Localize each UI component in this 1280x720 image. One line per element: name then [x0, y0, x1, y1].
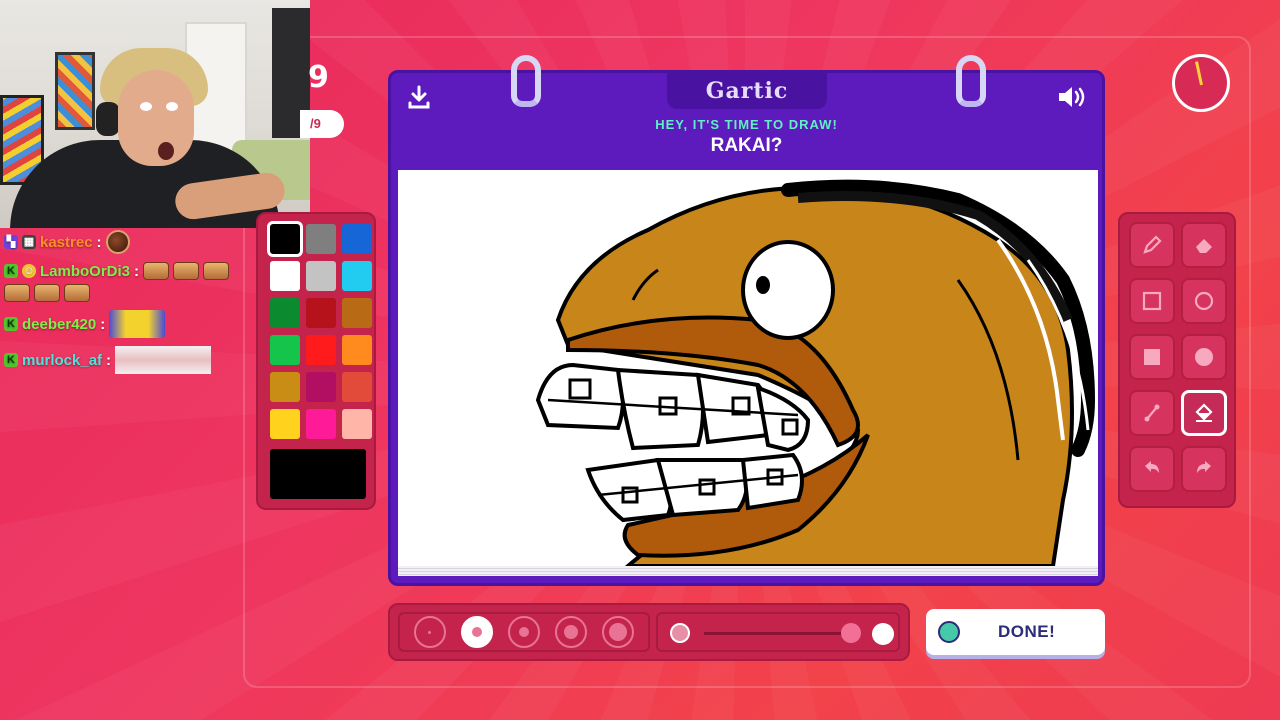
tool-panel — [1118, 212, 1236, 508]
download-icon[interactable] — [405, 83, 433, 111]
chat-username: LamboOrDi3 — [40, 262, 131, 280]
opacity-knob[interactable] — [841, 623, 861, 643]
kick-badge-icon: K — [4, 264, 18, 278]
emote-icon — [109, 310, 166, 338]
color-swatch[interactable] — [270, 409, 300, 439]
prompt-word: RAKAI? — [710, 135, 783, 156]
round-counter: 9 — [308, 60, 329, 95]
chat-username: kastrec — [40, 233, 93, 251]
color-swatch[interactable] — [342, 298, 372, 328]
kick-badge-icon: K — [4, 317, 18, 331]
color-swatch[interactable] — [342, 224, 372, 254]
twitch-badge-icon: ▚ — [4, 235, 18, 249]
brush-size-selector — [398, 612, 650, 652]
drawing-sketch — [535, 179, 1096, 566]
emote-icon — [143, 262, 170, 280]
color-swatch[interactable] — [270, 372, 300, 402]
emote-icon — [34, 284, 60, 302]
webcam-feed — [0, 0, 310, 228]
color-swatch[interactable] — [270, 335, 300, 365]
chat-username: deeber420 — [22, 315, 97, 333]
line-icon[interactable] — [1129, 390, 1175, 436]
binder-ring-icon — [956, 55, 986, 107]
opacity-track[interactable] — [704, 632, 854, 635]
opacity-slider[interactable] — [656, 612, 900, 652]
drawing-canvas[interactable] — [398, 170, 1098, 566]
undo-icon[interactable] — [1129, 446, 1175, 492]
chat-message: ▚ ▦ kastrec: — [4, 230, 244, 254]
color-swatch[interactable] — [270, 298, 300, 328]
rectangle-outline-icon[interactable] — [1129, 278, 1175, 324]
gartic-logo: Gartic — [667, 73, 827, 109]
chat-username: murlock_af — [22, 351, 103, 369]
current-color-preview — [270, 449, 366, 499]
paper-edge — [398, 566, 1098, 576]
emote-icon — [4, 284, 30, 302]
fill-bucket-icon[interactable] — [1181, 390, 1227, 436]
binder-ring-icon — [511, 55, 541, 107]
done-button[interactable]: DONE! — [926, 609, 1105, 655]
eraser-icon[interactable] — [1181, 222, 1227, 268]
color-swatch[interactable] — [267, 221, 303, 257]
color-swatch[interactable] — [306, 372, 336, 402]
check-icon — [938, 621, 960, 643]
color-swatch[interactable] — [306, 335, 336, 365]
color-swatch[interactable] — [342, 335, 372, 365]
emote-icon — [203, 262, 230, 280]
opacity-low-icon — [670, 623, 690, 643]
emoji-badge-icon: ☺ — [22, 264, 36, 278]
brush-size-3[interactable] — [507, 616, 540, 648]
stream-chat: ▚ ▦ kastrec: K ☺ LamboOrDi3: K deeber420… — [4, 230, 244, 382]
chat-message: K murlock_af: — [4, 346, 244, 374]
prompt-heading: HEY, IT'S TIME TO DRAW! — [655, 117, 838, 132]
drawing-board: Gartic HEY, IT'S TIME TO DRAW! RAKAI? — [388, 55, 1105, 586]
opacity-high-icon — [872, 623, 894, 645]
brush-options-bar — [388, 603, 910, 661]
kick-badge-icon: K — [4, 353, 18, 367]
color-palette — [256, 212, 376, 510]
color-swatches — [267, 221, 372, 439]
color-swatch[interactable] — [342, 261, 372, 291]
color-swatch[interactable] — [306, 409, 336, 439]
chat-message: K ☺ LamboOrDi3: — [4, 262, 244, 302]
color-swatch[interactable] — [306, 298, 336, 328]
emote-icon — [105, 230, 130, 254]
chat-message: K deeber420: — [4, 310, 244, 338]
color-swatch[interactable] — [270, 261, 300, 291]
emote-icon — [64, 284, 90, 302]
brush-size-5[interactable] — [602, 616, 635, 648]
circle-outline-icon[interactable] — [1181, 278, 1227, 324]
rectangle-fill-icon[interactable] — [1129, 334, 1175, 380]
volume-icon[interactable] — [1056, 83, 1088, 111]
emote-icon — [115, 346, 212, 374]
timer-icon — [1172, 54, 1230, 112]
color-swatch[interactable] — [306, 261, 336, 291]
color-swatch[interactable] — [306, 224, 336, 254]
round-total-pill: /9 — [300, 110, 344, 138]
emote-icon — [173, 262, 200, 280]
done-label: DONE! — [998, 622, 1056, 641]
brush-size-2[interactable] — [460, 616, 493, 648]
brush-size-1[interactable] — [413, 616, 446, 648]
color-swatch[interactable] — [342, 372, 372, 402]
circle-fill-icon[interactable] — [1181, 334, 1227, 380]
color-swatch[interactable] — [342, 409, 372, 439]
pencil-icon[interactable] — [1129, 222, 1175, 268]
brush-size-4[interactable] — [555, 616, 588, 648]
sub-badge-icon: ▦ — [22, 235, 36, 249]
redo-icon[interactable] — [1181, 446, 1227, 492]
